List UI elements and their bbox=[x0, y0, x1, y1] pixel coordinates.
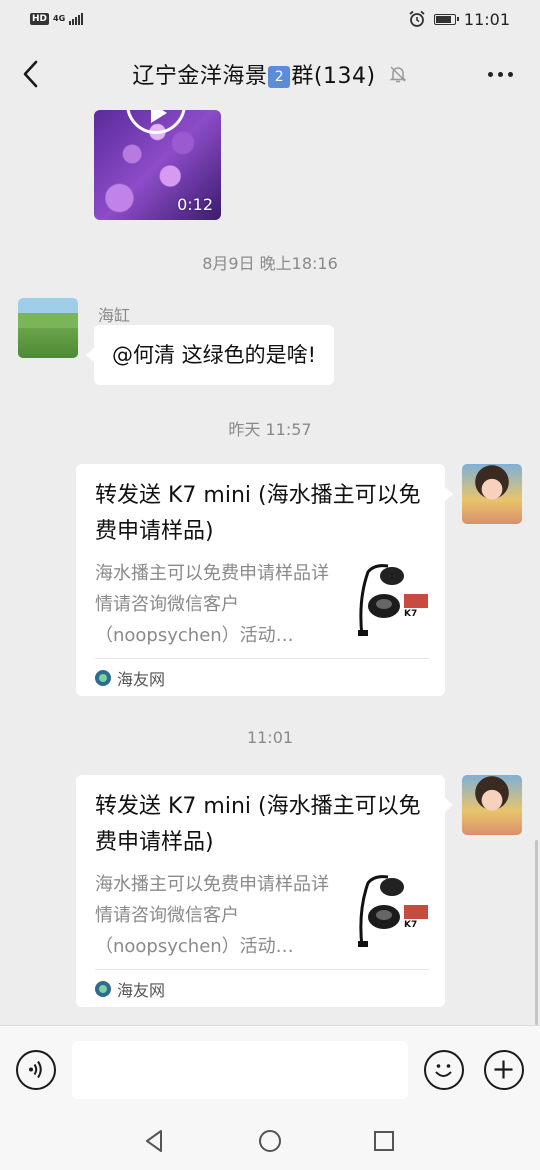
link-card-message[interactable]: 转发送 K7 mini (海水播主可以免费申请样品) 海水播主可以免费申请样品详… bbox=[76, 775, 453, 1007]
alarm-icon bbox=[409, 10, 425, 27]
video-duration: 0:12 bbox=[177, 195, 213, 214]
avatar-self[interactable] bbox=[462, 464, 522, 524]
card-thumbnail-brand: K7 bbox=[404, 920, 417, 930]
status-bar: HD 4G 11:01 bbox=[0, 0, 540, 38]
plus-icon bbox=[494, 1060, 513, 1079]
nav-home-button[interactable] bbox=[256, 1127, 284, 1155]
text-message-bubble[interactable]: @何清 这绿色的是啥! bbox=[85, 325, 335, 385]
status-right: 11:01 bbox=[408, 10, 510, 29]
link-card-message[interactable]: 转发送 K7 mini (海水播主可以免费申请样品) 海水播主可以免费申请样品详… bbox=[76, 464, 453, 696]
card-source: 海友网 bbox=[95, 666, 165, 690]
more-dot bbox=[487, 71, 493, 77]
card-description: 海水播主可以免费申请样品详情请咨询微信客户（noopsychen）活动… bbox=[95, 874, 329, 957]
timestamp-separator: 8月9日 晚上18:16 bbox=[202, 254, 338, 273]
status-time: 11:01 bbox=[463, 9, 510, 29]
timestamp-separator: 昨天 11:57 bbox=[228, 420, 312, 439]
chat-header: 辽宁金洋海景 2 群(134) bbox=[0, 38, 540, 110]
back-arrow-icon bbox=[23, 60, 38, 88]
emoji-icon bbox=[435, 1064, 452, 1077]
message-input-bar bbox=[0, 1025, 540, 1115]
nav-back-icon bbox=[146, 1130, 162, 1152]
more-dot bbox=[497, 71, 503, 77]
nav-recents-button[interactable] bbox=[370, 1127, 398, 1155]
nav-recents-icon bbox=[374, 1131, 394, 1151]
avatar-self[interactable] bbox=[462, 775, 522, 835]
card-thumbnail-brand: K7 bbox=[404, 609, 417, 619]
more-dot bbox=[507, 71, 513, 77]
hd-badge: HD bbox=[30, 13, 50, 25]
source-logo-icon bbox=[95, 981, 111, 997]
card-divider bbox=[95, 969, 429, 970]
status-left: HD 4G bbox=[30, 13, 84, 25]
nav-home-icon bbox=[259, 1130, 281, 1152]
chat-title-prefix: 辽宁金洋海景 bbox=[132, 64, 268, 89]
more-functions-button[interactable] bbox=[484, 1050, 524, 1090]
source-logo-icon bbox=[95, 670, 111, 686]
card-divider bbox=[95, 658, 429, 659]
card-description: 海水播主可以免费申请样品详情请咨询微信客户（noopsychen）活动… bbox=[95, 563, 329, 646]
battery-icon bbox=[433, 13, 459, 25]
nav-back-button[interactable] bbox=[141, 1127, 169, 1155]
back-button[interactable] bbox=[14, 56, 50, 92]
card-title: 转发送 K7 mini (海水播主可以免费申请样品) bbox=[95, 794, 421, 855]
chat-scrollbar[interactable] bbox=[535, 840, 538, 1025]
message-text-input[interactable] bbox=[72, 1041, 408, 1099]
chat-title-suffix: 群(134) bbox=[291, 64, 376, 89]
card-title: 转发送 K7 mini (海水播主可以免费申请样品) bbox=[95, 483, 421, 544]
chat-message-list[interactable]: 0:12 8月9日 晚上18:16 海缸 @何清 这绿色的是啥! 昨天 11:5… bbox=[0, 110, 540, 1025]
system-nav-bar bbox=[0, 1115, 540, 1170]
card-thumbnail: K7 bbox=[354, 871, 430, 953]
card-source-name: 海友网 bbox=[117, 670, 166, 689]
signal-icon bbox=[69, 13, 84, 25]
product-lamp-image: K7 bbox=[358, 564, 428, 637]
card-source: 海友网 bbox=[95, 977, 165, 1001]
more-options-button[interactable] bbox=[482, 60, 518, 88]
product-lamp-image: K7 bbox=[358, 875, 428, 948]
voice-button[interactable] bbox=[16, 1050, 56, 1090]
title-number-badge: 2 bbox=[268, 66, 291, 88]
timestamp-separator: 11:01 bbox=[246, 728, 294, 747]
card-thumbnail: K7 bbox=[354, 560, 430, 642]
chat-title: 辽宁金洋海景 2 群(134) bbox=[132, 58, 375, 90]
network-type: 4G bbox=[53, 14, 66, 23]
sender-name: 海缸 bbox=[98, 306, 131, 325]
video-message[interactable]: 0:12 bbox=[94, 110, 221, 220]
card-source-name: 海友网 bbox=[117, 981, 166, 1000]
avatar-sender[interactable] bbox=[18, 298, 78, 358]
bell-muted-icon bbox=[389, 66, 406, 83]
play-icon bbox=[126, 110, 186, 134]
emoji-button[interactable] bbox=[424, 1050, 464, 1090]
voice-icon bbox=[29, 1060, 42, 1079]
